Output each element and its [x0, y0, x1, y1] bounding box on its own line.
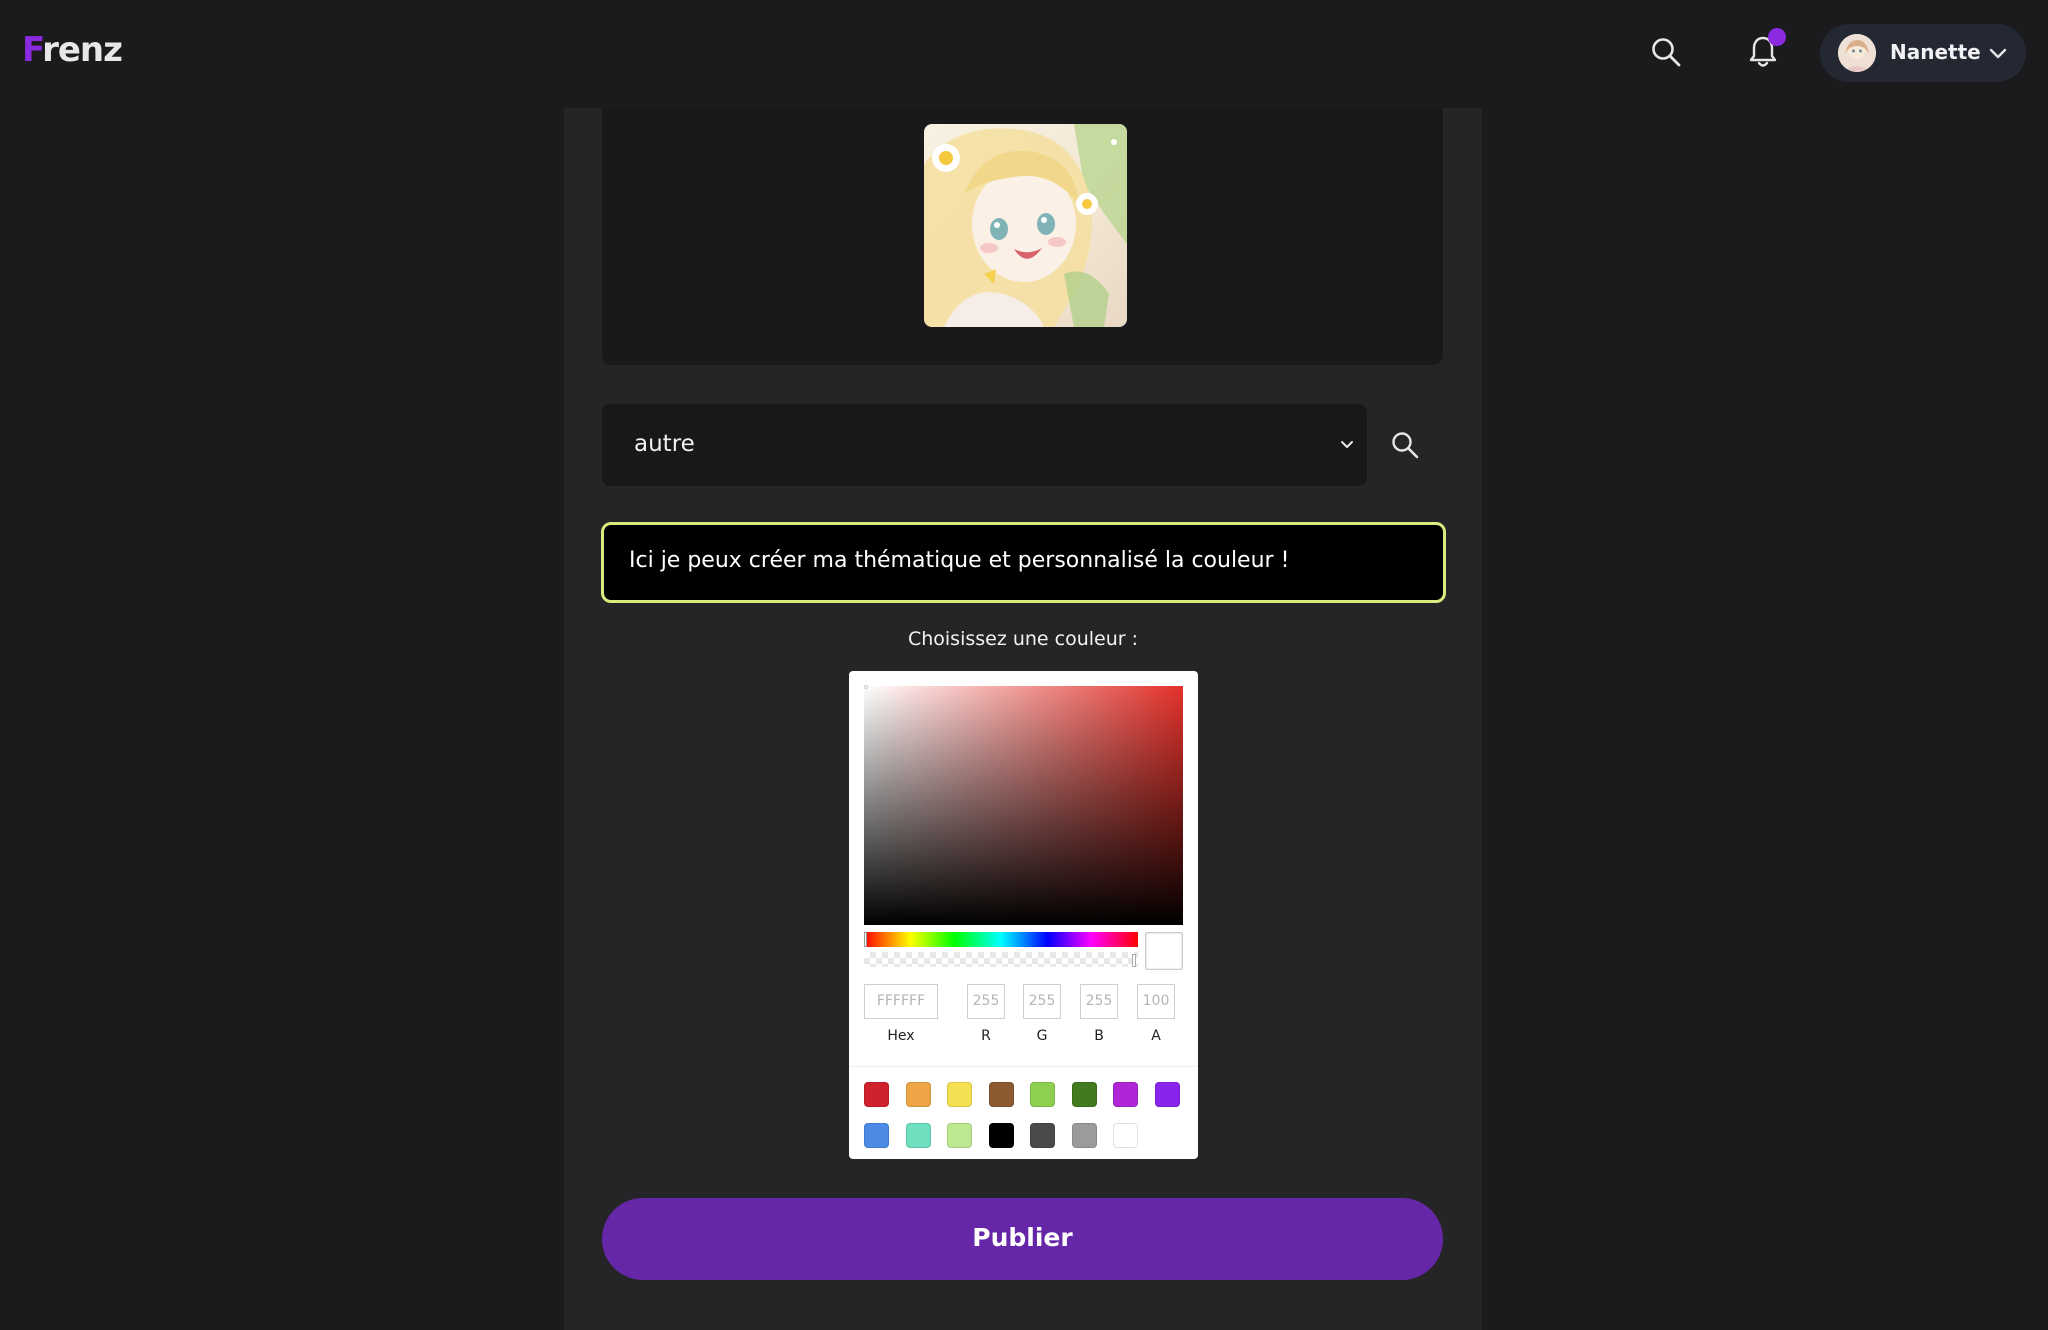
avatar: [1838, 34, 1876, 72]
preset-color-swatch[interactable]: [864, 1123, 889, 1148]
green-input[interactable]: 255: [1023, 984, 1061, 1019]
search-icon[interactable]: [1650, 36, 1682, 68]
preset-color-swatch[interactable]: [1113, 1082, 1138, 1107]
picker-divider: [849, 1066, 1198, 1067]
choose-color-label: Choisissez une couleur :: [907, 628, 1139, 650]
preset-color-swatch[interactable]: [905, 1082, 931, 1107]
hue-slider[interactable]: [864, 932, 1138, 947]
red-input[interactable]: 255: [967, 984, 1005, 1019]
logo-wordmark: renz: [42, 30, 123, 70]
alpha-label: A: [1151, 1028, 1161, 1044]
custom-theme-input[interactable]: Ici je peux créer ma thématique et perso…: [601, 522, 1446, 603]
saturation-area[interactable]: [864, 686, 1183, 925]
hex-input[interactable]: FFFFFF: [864, 984, 938, 1019]
blue-label: B: [1094, 1028, 1104, 1044]
post-composer-card: autre Ici je peux créer ma thématique et…: [564, 108, 1482, 1330]
notification-badge: [1768, 28, 1786, 46]
preset-color-swatch[interactable]: [988, 1082, 1014, 1107]
top-nav: Frenz Nanette: [0, 0, 2048, 108]
user-name: Nanette: [1890, 40, 1981, 64]
preset-color-swatch[interactable]: [988, 1123, 1014, 1148]
blue-input[interactable]: 255: [1080, 984, 1118, 1019]
preset-color-swatch[interactable]: [864, 1082, 889, 1107]
theme-select[interactable]: autre: [602, 404, 1367, 486]
publish-button[interactable]: Publier: [602, 1198, 1443, 1280]
logo-letter: F: [22, 30, 43, 70]
alpha-slider[interactable]: [864, 952, 1138, 967]
publish-label: Publier: [972, 1223, 1073, 1252]
color-preview-swatch: [1145, 932, 1183, 970]
custom-theme-text: Ici je peux créer ma thématique et perso…: [629, 548, 1290, 573]
preset-color-swatch[interactable]: [1071, 1082, 1097, 1107]
alpha-input[interactable]: 100: [1137, 984, 1175, 1019]
saturation-handle[interactable]: [864, 685, 868, 689]
frenz-logo[interactable]: Frenz: [22, 30, 123, 70]
green-label: G: [1036, 1028, 1048, 1044]
alpha-slider-handle[interactable]: [1132, 954, 1136, 967]
preset-color-swatch[interactable]: [1113, 1123, 1138, 1148]
preset-color-swatch[interactable]: [1030, 1082, 1055, 1107]
hue-slider-handle[interactable]: [864, 932, 867, 947]
theme-select-value: autre: [634, 431, 695, 457]
preset-color-swatch[interactable]: [947, 1123, 972, 1148]
preset-color-swatch[interactable]: [1071, 1123, 1097, 1148]
hex-label: Hex: [887, 1028, 915, 1044]
uploaded-artwork-image[interactable]: [924, 124, 1127, 327]
preset-color-swatch[interactable]: [905, 1123, 931, 1148]
red-label: R: [981, 1028, 991, 1044]
chevron-down-icon: [1341, 441, 1353, 448]
preset-color-swatch[interactable]: [1154, 1082, 1180, 1107]
image-preview-panel: [602, 108, 1443, 365]
chevron-down-icon: [1989, 48, 2007, 59]
user-menu-button[interactable]: Nanette: [1820, 24, 2026, 82]
color-picker: FFFFFF 255 255 255 100 Hex R G B A: [849, 671, 1198, 1159]
preset-color-swatch[interactable]: [947, 1082, 972, 1107]
preset-color-swatch[interactable]: [1030, 1123, 1055, 1148]
search-icon[interactable]: [1390, 430, 1420, 460]
